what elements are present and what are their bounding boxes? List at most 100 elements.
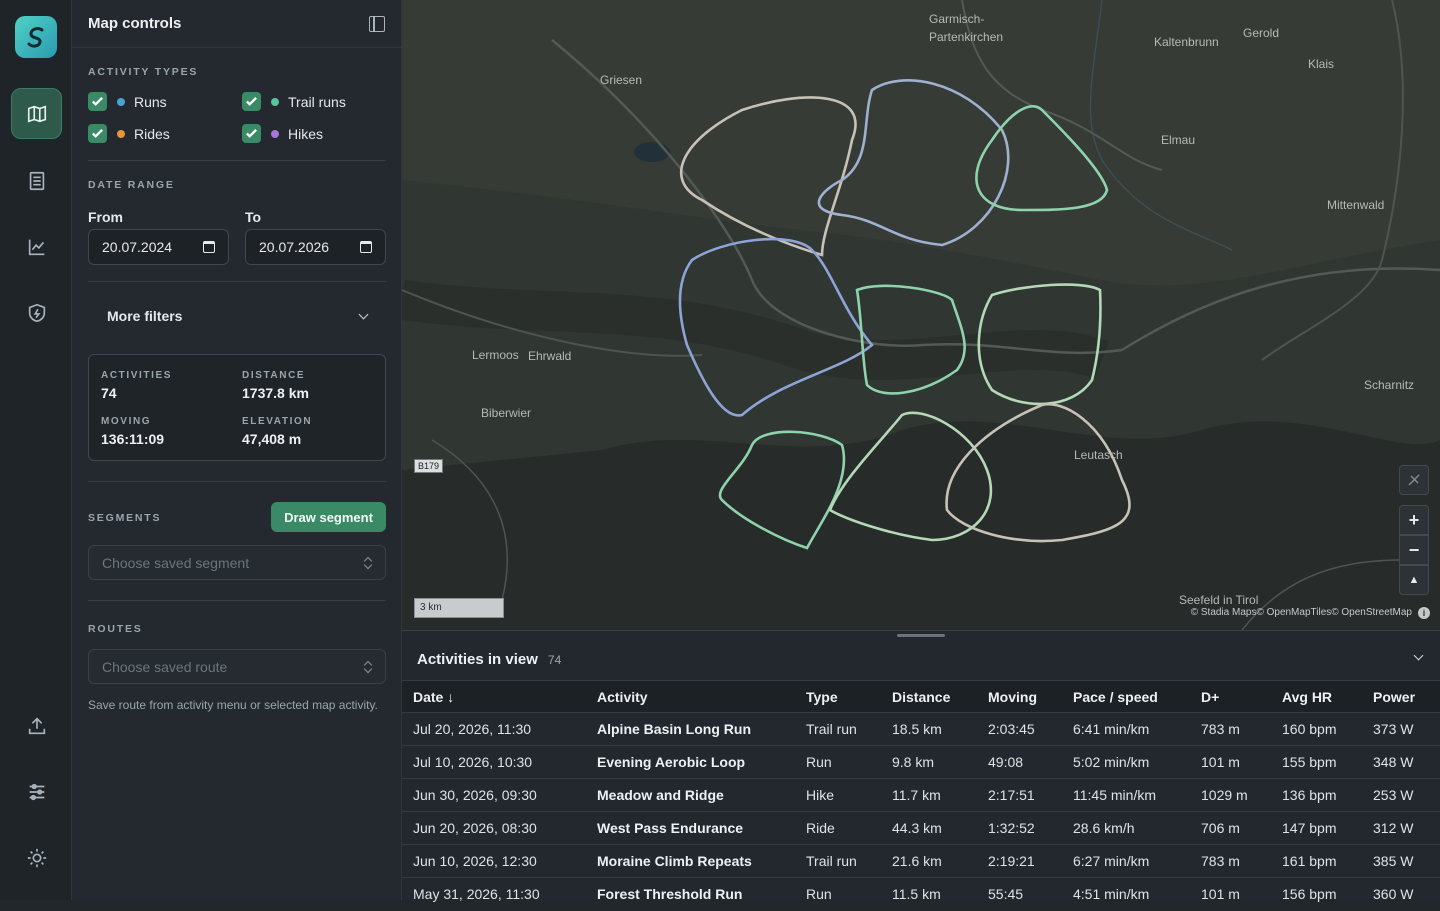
place-label: Garmisch- [929, 12, 985, 26]
records-nav-button[interactable] [11, 287, 62, 338]
cell-avg-hr: 155 bpm [1271, 745, 1362, 779]
cell-moving: 55:45 [977, 877, 1062, 911]
cell-elevation-gain: 783 m [1190, 712, 1271, 746]
theme-toggle-button[interactable] [11, 832, 62, 883]
select-arrows-icon [364, 557, 372, 569]
table-header-row: Date ↓ Activity Type Distance Moving Pac… [402, 680, 1440, 713]
calendar-icon[interactable] [360, 241, 372, 253]
activities-nav-button[interactable] [11, 155, 62, 206]
table-row[interactable]: Jul 10, 2026, 10:30 Evening Aerobic Loop R… [402, 745, 1440, 779]
map-view[interactable]: Garmisch- Partenkirchen Kaltenbrunn Gero… [402, 0, 1440, 630]
place-label: Gerold [1243, 26, 1280, 40]
table-row[interactable]: Jun 10, 2026, 12:30 Moraine Climb Repeats… [402, 844, 1440, 878]
place-label: Elmau [1161, 133, 1196, 147]
column-header-avg-hr[interactable]: Avg HR [1271, 680, 1362, 713]
cell-distance: 11.7 km [881, 778, 977, 812]
column-header-activity[interactable]: Activity [586, 680, 795, 713]
place-label: Biberwier [481, 406, 532, 420]
divider [88, 281, 386, 282]
cell-moving: 49:08 [977, 745, 1062, 779]
stats-nav-button[interactable] [11, 221, 62, 272]
cell-pace: 4:51 min/km [1062, 877, 1190, 911]
map-nav-button[interactable] [11, 88, 62, 139]
date-range-label: DATE RANGE [88, 179, 175, 191]
cell-distance: 44.3 km [881, 811, 977, 845]
zoom-out-button[interactable]: − [1399, 535, 1429, 565]
upload-icon [28, 716, 45, 734]
filter-rides-label: Rides [134, 125, 170, 142]
cell-date: Jul 20, 2026, 11:30 [402, 712, 586, 746]
map-canvas [402, 0, 1440, 630]
drawer-drag-handle[interactable] [897, 634, 945, 637]
table-row[interactable]: Jul 20, 2026, 11:30 Alpine Basin Long Run… [402, 712, 1440, 746]
activities-title: Activities in view [417, 651, 538, 668]
collapse-panel-icon[interactable] [369, 15, 385, 32]
draw-tool-button[interactable] [1399, 465, 1429, 495]
upload-nav-button[interactable] [11, 700, 62, 751]
app-logo[interactable] [15, 16, 57, 58]
cell-pace: 11:45 min/km [1062, 778, 1190, 812]
collapse-drawer-chevron-icon[interactable] [1413, 650, 1424, 661]
table-row[interactable]: May 31, 2026, 11:30 Forest Threshold Run R… [402, 877, 1440, 911]
divider [88, 600, 386, 601]
cell-power: 312 W [1362, 811, 1440, 845]
checkbox-checked-icon [88, 124, 107, 143]
info-icon[interactable]: i [1418, 607, 1430, 619]
zoom-in-button[interactable]: + [1399, 505, 1429, 535]
filter-hikes-checkbox[interactable]: Hikes [242, 124, 323, 143]
cell-activity: Moraine Climb Repeats [586, 844, 795, 878]
checkbox-checked-icon [88, 92, 107, 111]
draw-segment-button[interactable]: Draw segment [271, 502, 386, 532]
cell-pace: 6:27 min/km [1062, 844, 1190, 878]
cell-date: Jul 10, 2026, 10:30 [402, 745, 586, 779]
rides-color-dot [117, 129, 125, 138]
place-label: Leutasch [1074, 448, 1123, 462]
saved-route-placeholder: Choose saved route [102, 658, 228, 675]
distance-stat-label: DISTANCE [242, 370, 306, 381]
logo-icon [27, 27, 44, 48]
cell-activity: Alpine Basin Long Run [586, 712, 795, 746]
saved-segment-select[interactable]: Choose saved segment [88, 545, 386, 580]
to-date-input[interactable]: 20.07.2026 [245, 229, 386, 265]
cell-type: Ride [795, 811, 881, 845]
map-attribution[interactable]: © Stadia Maps© OpenMapTiles© OpenStreetM… [1191, 607, 1412, 618]
column-header-elevation-gain[interactable]: D+ [1190, 680, 1271, 713]
table-row[interactable]: Jun 30, 2026, 09:30 Meadow and Ridge Hike 1… [402, 778, 1440, 812]
elevation-stat-value: 47,408 m [242, 431, 302, 447]
select-arrows-icon [364, 661, 372, 673]
cell-elevation-gain: 783 m [1190, 844, 1271, 878]
filter-rides-checkbox[interactable]: Rides [88, 124, 170, 143]
column-header-type[interactable]: Type [795, 680, 881, 713]
filter-trail-runs-checkbox[interactable]: Trail runs [242, 92, 346, 111]
calendar-icon[interactable] [203, 241, 215, 253]
compass-button[interactable]: ▲ [1399, 565, 1429, 595]
filter-runs-checkbox[interactable]: Runs [88, 92, 167, 111]
map-controls-panel: Map controls ACTIVITY TYPES Runs Trail r… [72, 0, 402, 900]
column-header-power[interactable]: Power [1362, 680, 1440, 713]
activities-drawer: Activities in view 74 Date ↓ Activity Ty… [402, 630, 1440, 911]
cell-type: Trail run [795, 844, 881, 878]
column-header-pace[interactable]: Pace / speed [1062, 680, 1190, 713]
hikes-color-dot [271, 129, 279, 138]
trail-runs-color-dot [271, 97, 279, 106]
more-filters-toggle[interactable]: More filters [88, 295, 386, 337]
cell-power: 373 W [1362, 712, 1440, 746]
settings-nav-button[interactable] [11, 766, 62, 817]
place-label: Kaltenbrunn [1154, 35, 1219, 49]
column-header-moving[interactable]: Moving [977, 680, 1062, 713]
from-date-input[interactable]: 20.07.2024 [88, 229, 229, 265]
activity-types-label: ACTIVITY TYPES [88, 66, 199, 78]
cell-elevation-gain: 101 m [1190, 745, 1271, 779]
cell-elevation-gain: 101 m [1190, 877, 1271, 911]
table-row[interactable]: Jun 20, 2026, 08:30 West Pass Endurance Ri… [402, 811, 1440, 845]
column-header-date[interactable]: Date ↓ [402, 680, 586, 713]
filter-runs-label: Runs [134, 93, 167, 110]
cell-type: Run [795, 877, 881, 911]
column-header-distance[interactable]: Distance [881, 680, 977, 713]
place-label: Ehrwald [528, 349, 572, 363]
cell-pace: 28.6 km/h [1062, 811, 1190, 845]
place-label: Partenkirchen [929, 30, 1004, 44]
cell-power: 253 W [1362, 778, 1440, 812]
saved-route-select[interactable]: Choose saved route [88, 649, 386, 684]
cell-avg-hr: 161 bpm [1271, 844, 1362, 878]
